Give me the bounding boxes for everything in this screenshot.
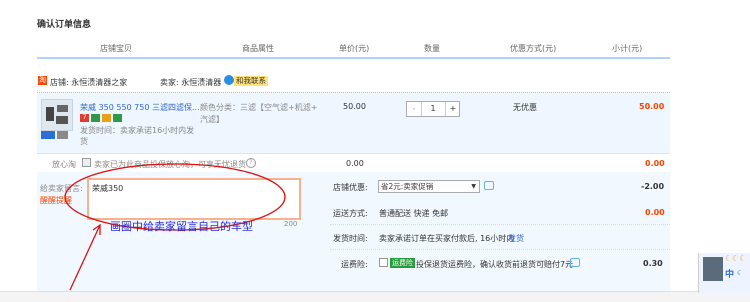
ime-language[interactable]: 中 [725,267,734,280]
guarantee-badge-icon [57,131,68,139]
seven-day-icon: 7 [80,114,89,122]
taobao-icon: 淘 [38,76,47,85]
annotation-text: 画圈中给卖家留言自己的车型 [110,220,253,233]
shipping-value: 普通配送 快递 免邮 [379,209,449,218]
shop-bar [37,72,670,93]
insurance-amount: 0.30 [643,259,663,268]
page-title: 确认订单信息 [37,20,92,30]
delivery-value: 卖家承诺订单在买家付款后, 16小时内 [379,234,515,243]
unit-price: 50.00 [343,102,366,111]
delivery-label: 发货时间: [333,234,368,243]
quantity-minus-button[interactable]: - [407,102,422,116]
header-price: 单价(元) [339,44,370,53]
promo-select-value: 省2元:卖家促销 [381,182,434,191]
header-discount: 优惠方式(元) [510,44,557,53]
promo-select[interactable]: 省2元:卖家促销 ▼ [378,180,480,193]
product-title[interactable]: 荣威 350 550 750 三滤四滤保... [80,102,200,113]
delivery-promise: 发货时间：卖家承诺16小时内发 [80,126,195,135]
insurance-icon [113,114,122,122]
row-divider [330,249,670,250]
header-item: 店铺宝贝 [100,44,132,53]
ime-moon-icon: ☾ [737,269,744,277]
header-subtotal: 小计(元) [612,44,643,53]
header-attributes: 商品属性 [242,44,274,53]
header-quantity: 数量 [424,44,440,53]
row-divider [330,224,670,225]
quantity-input[interactable]: 1 [422,102,444,116]
comment-icon[interactable] [570,258,580,267]
insurance-label: 运费险: [341,260,368,269]
contact-seller-button[interactable]: 和我联系 [234,76,268,86]
delivery-promise-cont: 货 [80,137,88,146]
insurance-checkbox[interactable] [379,258,388,267]
promo-amount: -2.00 [641,182,665,191]
insurance-badge: 运费险 [390,258,415,268]
seller-name[interactable]: 卖家: 永恒渍清器 [160,77,221,88]
ime-panel: ☾☾☾ 中 ☾ [698,253,750,293]
shipping-badge-icon [41,131,55,139]
comment-icon[interactable] [484,181,494,190]
table-header: 店铺宝贝 商品属性 单价(元) 数量 优惠方式(元) 小计(元) [37,37,670,59]
shipping-amount: 0.00 [645,208,665,217]
attribute-line2: 汽滤】 [200,115,224,124]
insurance-text: 投保退货运费险，确认收货前退货可赔付7元 [416,260,574,269]
delivery-link[interactable]: 发货 [508,233,524,244]
product-image[interactable] [41,99,73,131]
annotation-arrow [69,224,101,291]
chevron-down-icon: ▼ [471,183,476,190]
avatar[interactable] [703,257,723,281]
reassure-price: 0.00 [346,159,364,168]
attribute-line1: 颜色分类：三滤【空气滤+机滤+ [200,103,318,112]
item-subtotal: 50.00 [639,102,665,111]
return-icon [91,114,100,122]
quantity-plus-button[interactable]: + [445,102,460,116]
discount-text: 无优惠 [513,103,537,112]
promo-label: 店铺优惠: [333,183,368,192]
chat-icon [224,75,234,85]
shop-name[interactable]: 店铺: 永恒渍清器之家 [50,77,127,88]
quantity-stepper: - 1 + [406,101,460,117]
reassure-subtotal: 0.00 [645,159,665,168]
bottom-bar [0,291,750,302]
moon-icon: ☾☾☾ [725,254,747,263]
credit-card-icon [102,114,111,122]
shipping-label: 运送方式: [333,209,368,218]
